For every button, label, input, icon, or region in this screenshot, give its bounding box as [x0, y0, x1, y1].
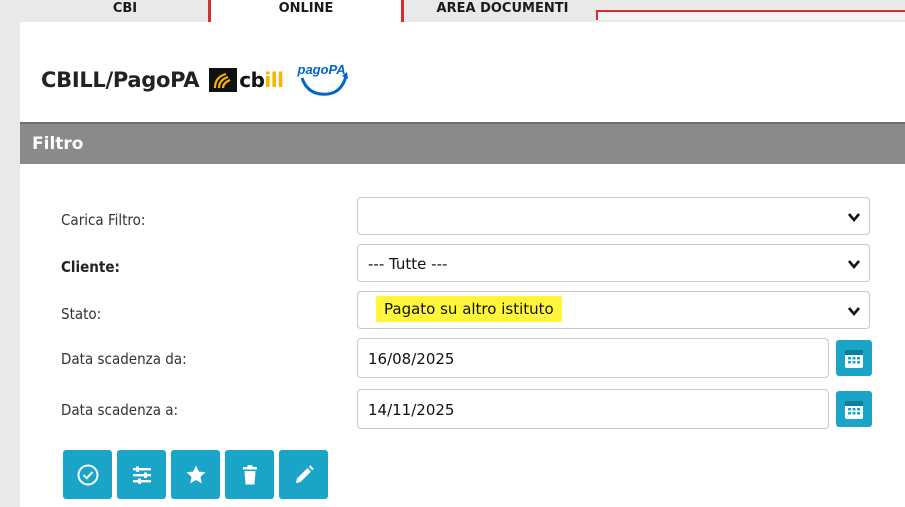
check-circle-icon — [77, 464, 98, 485]
carica-filtro-label: Carica Filtro: — [61, 211, 146, 229]
pagopa-swoosh-icon — [300, 72, 348, 96]
stato-select[interactable]: Pagato su altro istituto — [357, 291, 870, 329]
data-a-label: Data scadenza a: — [61, 401, 179, 419]
pagopa-logo: pagoPA — [298, 62, 350, 98]
tab-online[interactable]: ONLINE — [208, 0, 404, 22]
star-icon — [186, 465, 205, 483]
cliente-label: Cliente: — [61, 258, 120, 276]
carica-filtro-select[interactable] — [357, 197, 870, 235]
cliente-select[interactable]: --- Tutte --- — [357, 244, 870, 282]
stato-highlight: Pagato su altro istituto — [376, 296, 562, 322]
stato-label: Stato: — [61, 305, 102, 323]
top-nav: CBI ONLINE AREA DOCUMENTI — [0, 0, 905, 22]
nav-decoration — [596, 10, 905, 20]
header: CBILL/PagoPA cbill pagoPA — [41, 62, 350, 98]
delete-filter-button[interactable] — [225, 450, 274, 499]
calendar-icon — [845, 350, 863, 368]
tab-area-documenti[interactable]: AREA DOCUMENTI — [420, 0, 585, 22]
data-da-value: 16/08/2025 — [368, 350, 455, 368]
filter-title: Filtro — [32, 134, 84, 154]
cbill-waves-icon — [209, 68, 238, 92]
action-toolbar — [63, 450, 328, 499]
apply-filter-button[interactable] — [63, 450, 112, 499]
advanced-filter-button[interactable] — [117, 450, 166, 499]
stato-value: Pagato su altro istituto — [376, 296, 562, 322]
tab-cbi[interactable]: CBI — [60, 0, 190, 22]
chevron-down-icon — [848, 307, 860, 317]
cliente-value: --- Tutte --- — [368, 255, 448, 273]
pencil-icon — [295, 464, 314, 483]
cbill-logo: cbill — [209, 67, 284, 93]
data-da-label: Data scadenza da: — [61, 350, 187, 368]
data-a-value: 14/11/2025 — [368, 401, 455, 419]
chevron-down-icon — [848, 213, 860, 223]
calendar-a-button[interactable] — [836, 391, 872, 427]
data-a-input[interactable]: 14/11/2025 — [357, 389, 829, 429]
edit-filter-button[interactable] — [279, 450, 328, 499]
trash-icon — [242, 464, 257, 484]
sliders-icon — [132, 466, 151, 484]
filter-header: Filtro — [20, 122, 905, 164]
data-da-input[interactable]: 16/08/2025 — [357, 338, 829, 378]
cbill-wordmark: cbill — [239, 68, 284, 92]
calendar-icon — [845, 401, 863, 419]
calendar-da-button[interactable] — [836, 340, 872, 376]
main-panel: CBILL/PagoPA cbill pagoPA Filtro Carica … — [20, 22, 905, 507]
page-title: CBILL/PagoPA — [41, 68, 200, 92]
favorite-filter-button[interactable] — [171, 450, 220, 499]
chevron-down-icon — [848, 260, 860, 270]
